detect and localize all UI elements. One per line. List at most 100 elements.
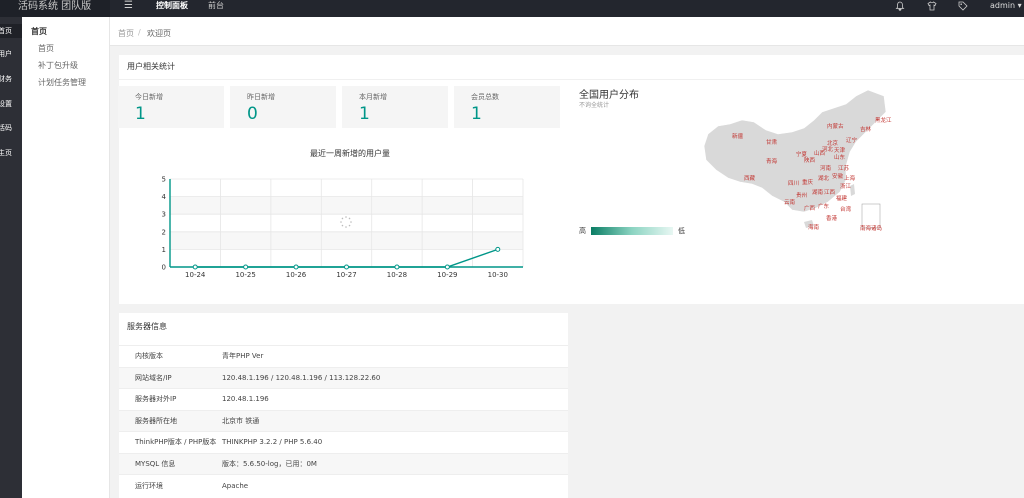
loading-spinner-dot xyxy=(345,216,347,218)
chart-band xyxy=(170,196,523,215)
province-label: 甘肃 xyxy=(766,138,778,146)
stat-card-month: 本月新增 1 xyxy=(342,86,448,128)
server-info-key: MYSQL 信息 xyxy=(119,452,222,475)
server-info-value: 青年PHP Ver xyxy=(222,345,568,367)
sub-sidebar: 首页 首页 补丁包升级 计划任务管理 xyxy=(22,17,110,498)
map-title: 全国用户分布 xyxy=(579,90,639,101)
stat-value: 0 xyxy=(247,104,258,124)
loading-spinner-dot xyxy=(350,221,352,223)
china-map-shape[interactable] xyxy=(703,89,887,213)
stat-value: 1 xyxy=(471,104,482,124)
breadcrumb-home[interactable]: 首页 xyxy=(118,28,134,39)
bell-icon[interactable] xyxy=(894,0,906,12)
subnav-item-patch-upgrade[interactable]: 补丁包升级 xyxy=(38,60,78,71)
province-label: 云南 xyxy=(784,198,796,206)
province-label: 广西 xyxy=(804,204,816,212)
table-row: ThinkPHP版本 / PHP版本 THINKPHP 3.2.2 / PHP 5… xyxy=(119,431,568,453)
loading-spinner-dot xyxy=(340,221,342,223)
loading-spinner-dot xyxy=(345,226,347,228)
data-point xyxy=(495,246,501,252)
stat-card-today: 今日新增 1 xyxy=(118,86,224,128)
province-label: 青海 xyxy=(766,157,778,165)
sidebar-item-finance[interactable]: 财务 xyxy=(0,72,22,86)
province-label: 陕西 xyxy=(804,156,816,164)
province-label: 山西 xyxy=(814,149,826,157)
server-info-table: 内核版本 青年PHP Ver 网站域名/IP 120.48.1.196 / 120.4… xyxy=(119,345,568,496)
y-tick-label: 3 xyxy=(162,211,166,219)
top-header: 活码系统 团队版 ☰ 控制面板 前台 admin ▾ xyxy=(0,0,1024,17)
province-label: 福建 xyxy=(836,194,848,202)
data-point xyxy=(243,264,249,270)
nav-control-panel[interactable]: 控制面板 xyxy=(156,0,188,13)
sidebar-item-home[interactable]: 首页 xyxy=(0,24,22,38)
subnav-group-title: 首页 xyxy=(31,27,47,36)
province-label: 北京 xyxy=(827,139,839,147)
loading-spinner-dot xyxy=(348,224,351,227)
panel-divider xyxy=(119,79,1024,80)
data-point xyxy=(293,264,299,270)
server-info-title: 服务器信息 xyxy=(127,322,167,331)
main-sidebar: 首页 用户 财务 设置 活码 主页 xyxy=(0,17,22,498)
sidebar-item-users[interactable]: 用户 xyxy=(0,47,22,61)
province-label: 四川 xyxy=(788,180,799,187)
data-point xyxy=(344,264,349,270)
table-row: 服务器对外IP 120.48.1.196 xyxy=(119,388,568,410)
tag-icon[interactable] xyxy=(957,0,969,12)
y-tick-label: 0 xyxy=(162,264,166,272)
table-row: MYSQL 信息 版本：5.6.50-log，已用：0M xyxy=(119,452,568,475)
subnav-item-cron-tasks[interactable]: 计划任务管理 xyxy=(38,77,86,88)
sidebar-item-homepage[interactable]: 主页 xyxy=(0,146,22,160)
server-info-key: ThinkPHP版本 / PHP版本 xyxy=(119,431,222,453)
province-label: 宁夏 xyxy=(796,150,808,158)
user-menu[interactable]: admin ▾ xyxy=(990,0,1022,12)
server-info-value: 北京市 铁通 xyxy=(222,409,568,432)
server-info-value: 120.48.1.196 / 120.48.1.196 / 113.128.22… xyxy=(222,366,568,389)
chart-title: 最近一周新增的用户量 xyxy=(310,149,390,158)
subnav-item-home[interactable]: 首页 xyxy=(38,43,54,54)
x-tick-label: 10-27 xyxy=(336,271,356,279)
server-info-key: 运行环境 xyxy=(119,474,222,496)
breadcrumb-current: 欢迎页 xyxy=(147,29,171,38)
x-tick-label: 10-28 xyxy=(387,271,407,279)
province-label: 香港 xyxy=(826,214,838,222)
province-label: 上海 xyxy=(844,174,856,182)
province-label: 新疆 xyxy=(732,132,744,140)
province-label: 辽宁 xyxy=(846,136,858,144)
y-tick-label: 4 xyxy=(162,193,167,201)
province-label: 南海诸岛 xyxy=(860,224,883,232)
province-label: 西藏 xyxy=(744,174,756,182)
x-tick-label: 10-30 xyxy=(488,271,508,279)
table-row: 内核版本 青年PHP Ver xyxy=(119,345,568,367)
server-info-key: 网站域名/IP xyxy=(119,366,222,389)
stat-card-total: 会员总数 1 xyxy=(454,86,560,128)
breadcrumb-separator: / xyxy=(138,28,141,37)
x-tick-label: 10-29 xyxy=(437,271,457,279)
menu-toggle-icon[interactable]: ☰ xyxy=(124,0,138,13)
shirt-icon[interactable] xyxy=(926,0,938,12)
province-label: 湖北 xyxy=(818,174,830,182)
user-stats-title: 用户相关统计 xyxy=(127,62,175,71)
sidebar-item-settings[interactable]: 设置 xyxy=(0,97,22,111)
province-label: 黑龙江 xyxy=(875,116,892,124)
legend-gradient xyxy=(591,227,673,235)
province-label: 海南 xyxy=(808,223,820,231)
province-label: 重庆 xyxy=(802,178,814,186)
nav-frontend[interactable]: 前台 xyxy=(208,0,224,13)
stat-label: 昨日新增 xyxy=(247,93,275,101)
china-map[interactable]: 黑龙江 吉林 内蒙古 辽宁 新疆 甘肃 北京 天津 河北 宁夏 山西 山东 青海… xyxy=(700,84,900,239)
south-sea-inset xyxy=(861,203,881,229)
legend-high-label: 高 xyxy=(579,227,586,235)
map-subtitle: 不询全统计 xyxy=(579,102,610,109)
server-info-value: 版本：5.6.50-log，已用：0M xyxy=(222,452,568,475)
table-row: 服务器所在地 北京市 铁通 xyxy=(119,409,568,432)
legend-low-label: 低 xyxy=(678,227,685,235)
stat-value: 1 xyxy=(359,104,370,124)
stat-label: 本月新增 xyxy=(359,93,387,101)
y-tick-label: 1 xyxy=(162,246,166,254)
y-tick-label: 5 xyxy=(162,176,166,184)
data-point xyxy=(444,264,450,270)
province-label: 广东 xyxy=(818,202,830,210)
server-info-key: 服务器所在地 xyxy=(119,409,222,432)
sidebar-item-qrcode[interactable]: 活码 xyxy=(0,121,22,135)
province-label: 河南 xyxy=(820,164,832,172)
